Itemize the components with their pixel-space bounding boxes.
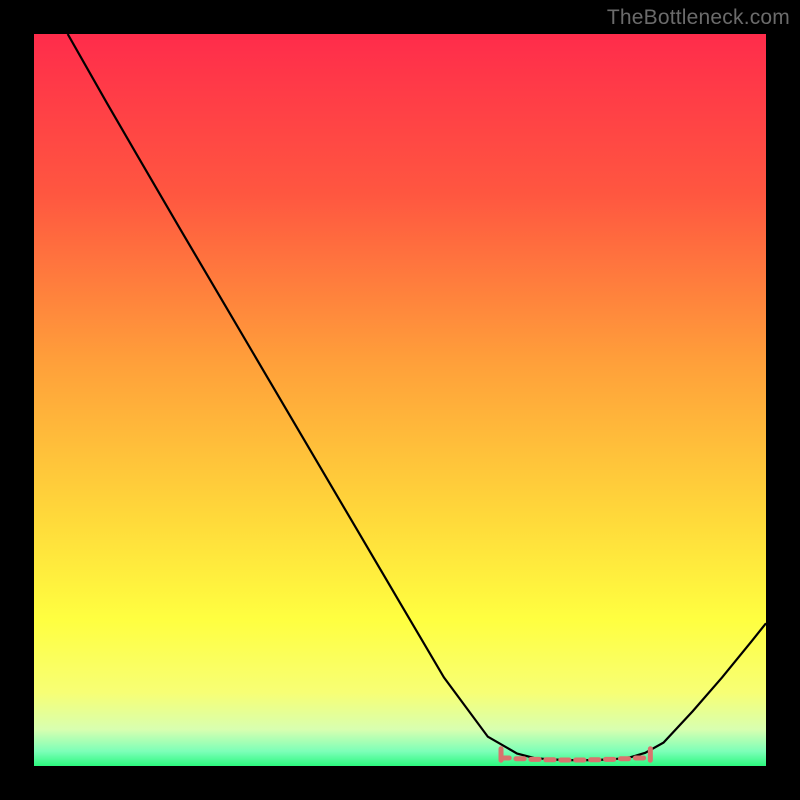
chart-svg: [34, 34, 766, 766]
chart-gradient-bg: [34, 34, 766, 766]
chart-plot-area: [34, 34, 766, 766]
watermark-text: TheBottleneck.com: [607, 6, 790, 30]
